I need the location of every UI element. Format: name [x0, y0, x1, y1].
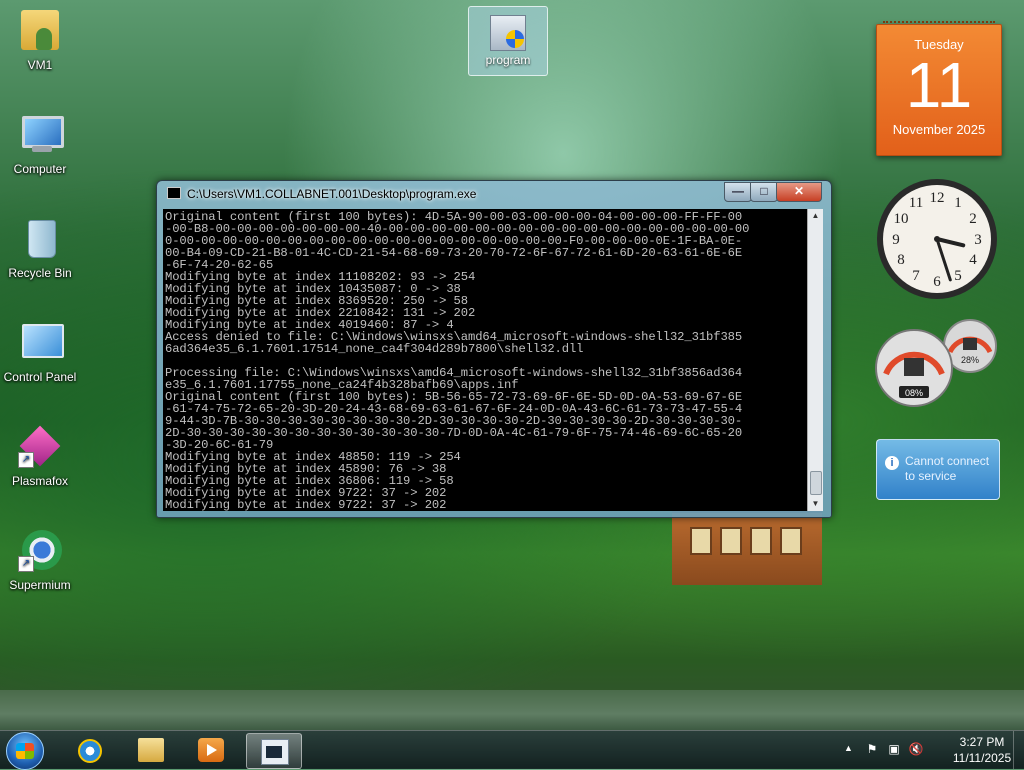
status-message-line2: to service: [905, 469, 957, 483]
volume-muted-icon[interactable]: 🔇: [908, 742, 924, 756]
vertical-scrollbar[interactable]: ▲ ▼: [807, 209, 823, 511]
wallpaper-lake: [0, 690, 1024, 730]
computer-icon: [16, 110, 64, 158]
console-window-icon: [167, 187, 181, 199]
media-player-icon: [198, 738, 224, 762]
calendar-rings: [883, 21, 995, 29]
desktop-icon-vm1[interactable]: VM1: [0, 6, 82, 72]
scroll-up-arrow-icon[interactable]: ▲: [808, 209, 823, 223]
calendar-gadget[interactable]: Tuesday 11 November 2025: [876, 21, 1002, 156]
windows-logo-icon: [16, 743, 34, 759]
svg-text:4: 4: [969, 252, 977, 268]
console-window[interactable]: C:\Users\VM1.COLLABNET.001\Desktop\progr…: [156, 180, 832, 518]
user-folder-icon: [16, 6, 64, 54]
memory-percent: 28%: [961, 355, 979, 365]
svg-text:7: 7: [912, 268, 920, 284]
control-panel-icon: [16, 318, 64, 366]
console-window-icon: [261, 739, 289, 765]
desktop-icon-label: Computer: [13, 162, 67, 176]
internet-explorer-icon: [78, 739, 102, 763]
maximize-button[interactable]: □: [750, 182, 778, 202]
minimize-button[interactable]: —: [724, 182, 752, 202]
network-icon[interactable]: ▣: [886, 742, 902, 756]
svg-text:5: 5: [954, 268, 962, 284]
program-exe-icon: [490, 15, 526, 51]
shortcut-arrow-icon: ↗: [18, 452, 34, 468]
svg-text:9: 9: [892, 232, 900, 248]
cpu-meter-gadget[interactable]: 28% 08%: [874, 316, 1002, 412]
svg-text:6: 6: [933, 274, 941, 290]
status-message-line1: Cannot connect: [905, 454, 990, 468]
window-title-bar[interactable]: C:\Users\VM1.COLLABNET.001\Desktop\progr…: [167, 187, 476, 201]
console-output[interactable]: Original content (first 100 bytes): 4D-5…: [163, 209, 807, 511]
house-window: [750, 527, 772, 555]
calendar-day: 11: [905, 49, 973, 121]
console-text: Original content (first 100 bytes): 4D-5…: [165, 210, 750, 511]
desktop-icon-program[interactable]: program: [468, 6, 548, 76]
svg-text:8: 8: [897, 252, 905, 268]
clock-gadget[interactable]: 12 12 345 678 91011: [874, 176, 1000, 302]
system-tray: ▲ ⚑ ▣ 🔇 3:27 PM 11/11/2025: [834, 731, 1024, 769]
desktop-icon-label: Recycle Bin: [8, 266, 72, 280]
desktop-icon-computer[interactable]: Computer: [0, 110, 82, 176]
supermium-icon: ↗: [16, 526, 64, 574]
plasmafox-icon: ↗: [16, 422, 64, 470]
calendar-month-year: November 2025: [892, 122, 986, 137]
start-button[interactable]: [6, 732, 44, 770]
shortcut-arrow-icon: ↗: [18, 556, 34, 572]
tray-time: 3:27 PM: [959, 735, 1005, 749]
desktop-icon-recycle-bin[interactable]: Recycle Bin: [0, 214, 82, 280]
scroll-down-arrow-icon[interactable]: ▼: [808, 497, 823, 511]
svg-text:2: 2: [969, 211, 977, 227]
memory-chip-icon: [963, 338, 977, 350]
show-hidden-icons-icon[interactable]: ▲: [844, 743, 853, 753]
svg-text:11: 11: [909, 195, 923, 211]
desktop-icon-plasmafox[interactable]: ↗ Plasmafox: [0, 422, 82, 488]
desktop-icon-label: Control Panel: [3, 370, 77, 384]
info-icon: i: [885, 456, 899, 470]
window-title: C:\Users\VM1.COLLABNET.001\Desktop\progr…: [187, 187, 477, 201]
svg-text:12: 12: [930, 190, 945, 206]
desktop-icon-label: Supermium: [9, 578, 71, 592]
taskbar-media-player[interactable]: [184, 733, 238, 767]
clock-pivot: [934, 236, 940, 242]
taskbar-windows-explorer[interactable]: [124, 733, 178, 767]
cpu-chip-icon: [904, 358, 924, 376]
house-window: [720, 527, 742, 555]
action-center-flag-icon[interactable]: ⚑: [864, 742, 880, 756]
house-window: [690, 527, 712, 555]
taskbar-program-console[interactable]: [246, 733, 302, 769]
svg-text:3: 3: [974, 232, 982, 248]
recycle-bin-icon: [16, 214, 64, 262]
svg-text:10: 10: [894, 211, 909, 227]
desktop-icon-label: VM1: [27, 58, 53, 72]
taskbar-internet-explorer[interactable]: [62, 733, 116, 767]
tray-clock[interactable]: 3:27 PM 11/11/2025: [944, 734, 1020, 766]
taskbar: ▲ ⚑ ▣ 🔇 3:27 PM 11/11/2025: [0, 730, 1024, 770]
tray-date: 11/11/2025: [952, 751, 1012, 765]
close-button[interactable]: ✕: [776, 182, 822, 202]
desktop-icon-supermium[interactable]: ↗ Supermium: [0, 526, 82, 592]
cpu-percent: 08%: [905, 388, 923, 398]
desktop-icon-label: Plasmafox: [11, 474, 69, 488]
status-gadget[interactable]: i Cannot connect to service: [876, 439, 1000, 500]
folder-explorer-icon: [138, 738, 164, 762]
house-window: [780, 527, 802, 555]
scrollbar-thumb[interactable]: [810, 471, 822, 495]
desktop-icon-label: program: [485, 53, 531, 67]
desktop-icon-control-panel[interactable]: Control Panel: [0, 318, 82, 384]
svg-text:1: 1: [954, 195, 962, 211]
show-desktop-button[interactable]: [1013, 731, 1024, 769]
